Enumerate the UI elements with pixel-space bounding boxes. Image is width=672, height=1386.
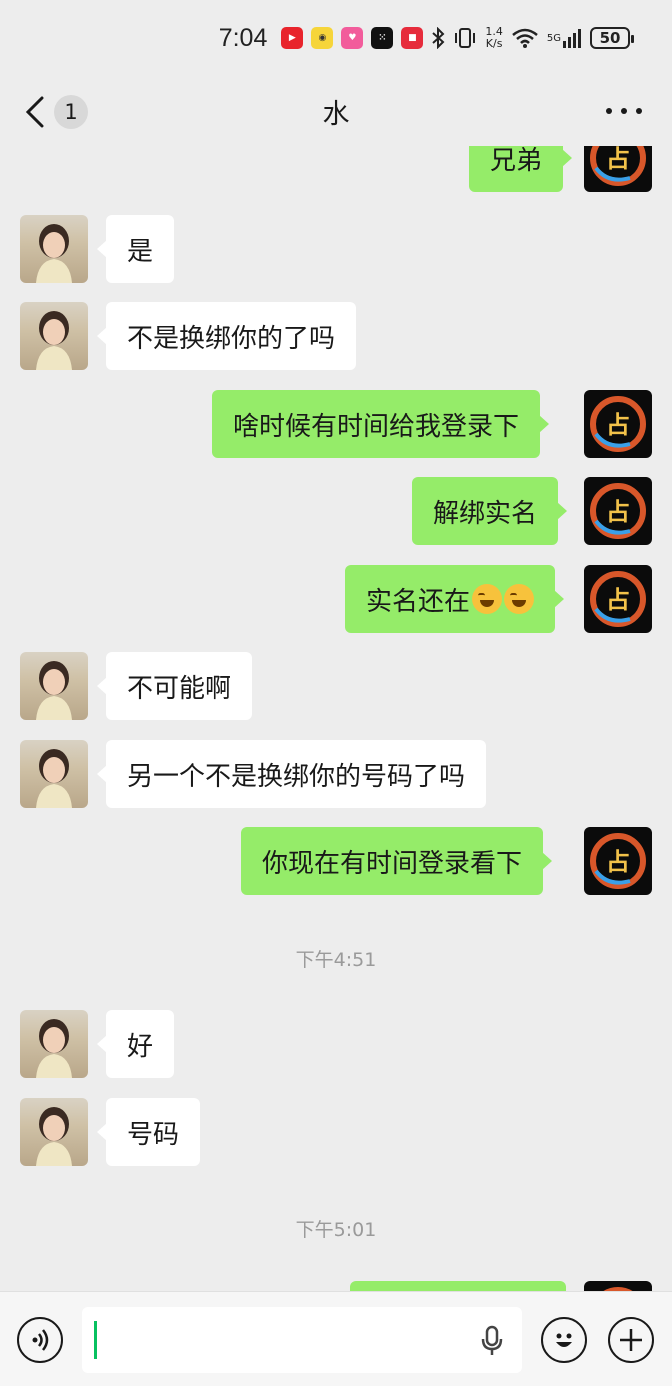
contact-avatar[interactable] [20,1010,88,1078]
dice-app-icon: ⁙ [371,27,394,49]
message-text: 实名还在 [366,586,471,617]
vibrate-icon [453,27,477,49]
contact-avatar[interactable] [20,1098,88,1166]
my-avatar[interactable]: 占 [584,146,652,192]
mic-icon[interactable] [480,1325,504,1357]
message-bubble[interactable]: 另一个不是换绑你的号码了吗 [96,740,487,808]
signal-icon: 5G [547,27,582,49]
more-dot-icon [636,108,642,114]
message-bubble[interactable]: 你现在有时间登录看下 [241,827,553,895]
rofl-emoji-icon [504,584,535,614]
contact-avatar[interactable] [20,302,88,370]
plus-icon [620,1329,642,1351]
battery-indicator: 50 [590,27,634,49]
chat-header: 1 水 [0,76,672,146]
more-dot-icon [621,108,627,114]
message-bubble[interactable]: 好 [96,1010,175,1078]
timestamp: 下午5:01 [295,1219,377,1241]
pink-app-icon: ♥ [341,27,364,49]
chat-area[interactable]: 兄弟 占 是 不是换绑你的了吗 啥时候有时间给我登录下 占 解绑实名 占 实名还… [0,146,672,1291]
page-title: 水 [322,99,350,130]
message-bubble[interactable]: 实名还在 [345,565,565,633]
plus-button[interactable] [608,1317,654,1363]
emoji-button[interactable] [541,1317,587,1363]
message-bubble[interactable]: 兄弟 [469,146,573,192]
emoji-icon [556,1333,572,1347]
net-speed: 1.4 K/s [485,26,503,50]
contact-avatar[interactable] [20,215,88,283]
message-bubble[interactable]: 是 [96,215,175,283]
message-bubble[interactable]: 啥时候有时间给我登录下 [212,390,550,458]
contact-avatar[interactable] [20,652,88,720]
message-bubble[interactable]: 解绑实名 [412,477,568,545]
svg-text:占: 占 [606,586,630,614]
contact-avatar[interactable] [20,740,88,808]
message-bubble[interactable] [350,1281,566,1291]
signal-label: 5G [546,32,561,44]
voice-toggle-button[interactable] [17,1317,63,1363]
more-options-button[interactable] [606,96,642,126]
message-bubble[interactable]: 不可能啊 [96,652,253,720]
voice-icon [32,1329,49,1351]
input-bar [0,1291,672,1386]
status-time: 7:04 [218,23,268,52]
my-avatar[interactable]: 占 [584,1281,652,1291]
wifi-icon [511,27,539,49]
message-bubble[interactable]: 不是换绑你的了吗 [96,302,357,370]
reader-app-icon: ◉ [311,27,334,49]
net-speed-unit: K/s [485,37,503,50]
text-cursor [94,1321,97,1359]
my-avatar[interactable]: 占 [584,827,652,895]
message-bubble[interactable]: 号码 [96,1098,201,1166]
my-avatar[interactable]: 占 [584,565,652,633]
svg-text:占: 占 [606,146,630,173]
message-input[interactable] [82,1307,522,1373]
rofl-emoji-icon [472,584,503,614]
status-bar: 7:04 ▶ ◉ ♥ ⁙ ■ 1.4 K/s 5G 50 [0,0,672,76]
my-avatar[interactable]: 占 [584,390,652,458]
svg-text:占: 占 [606,411,630,439]
svg-text:占: 占 [606,498,630,526]
more-dot-icon [606,108,612,114]
my-avatar[interactable]: 占 [584,477,652,545]
video-app-icon: ▶ [281,27,304,49]
timestamp: 下午4:51 [295,949,377,971]
xiaohongshu-app-icon: ■ [401,27,424,49]
svg-text:占: 占 [606,848,630,876]
bluetooth-icon [431,27,445,49]
